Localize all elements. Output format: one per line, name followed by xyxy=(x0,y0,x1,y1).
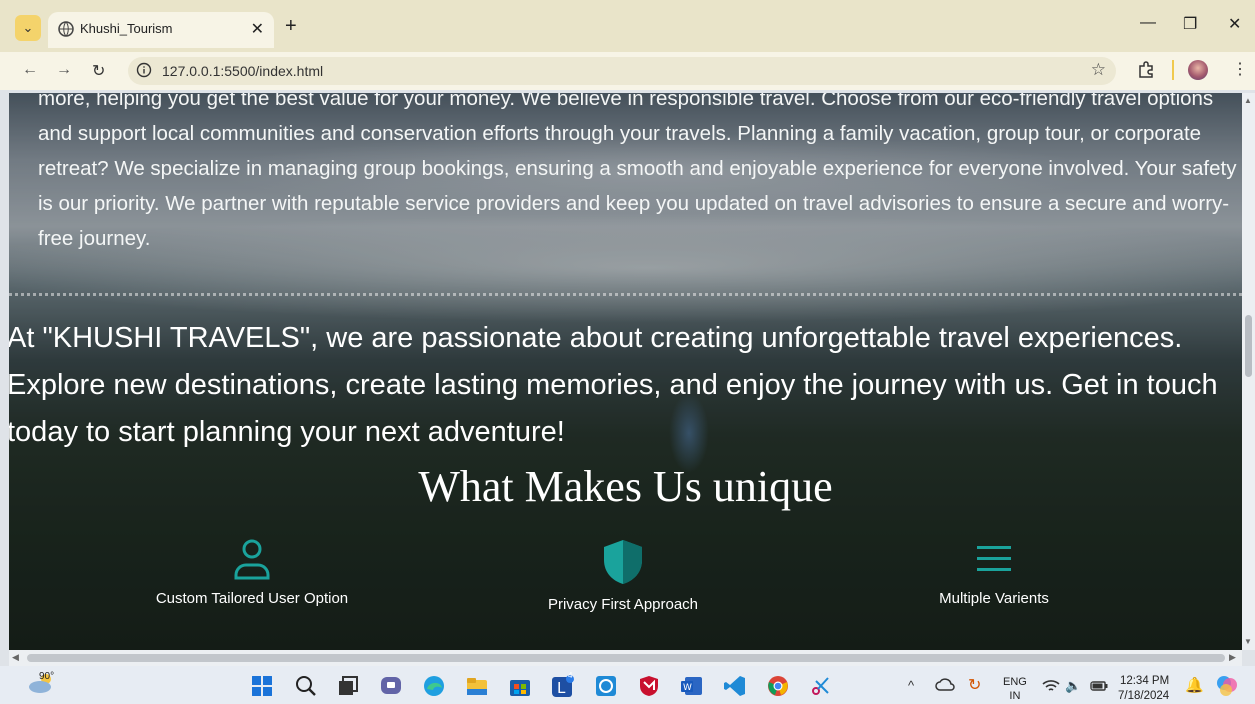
vertical-scrollbar[interactable]: ▲ ▼ xyxy=(1242,93,1255,650)
restore-button[interactable]: ❐ xyxy=(1183,14,1197,34)
svg-text:W: W xyxy=(683,683,692,693)
language-indicator[interactable]: ENG IN xyxy=(1003,675,1027,703)
toolbar-divider xyxy=(1172,60,1174,80)
chevron-down-icon: ⌄ xyxy=(22,20,34,35)
page-viewport: more, helping you get the best value for… xyxy=(9,93,1242,650)
sync-icon[interactable]: ↻ xyxy=(968,675,981,695)
search-icon[interactable] xyxy=(295,675,317,697)
feature-label: Privacy First Approach xyxy=(547,596,699,613)
scroll-right-arrow-icon[interactable]: ▶ xyxy=(1229,652,1236,663)
url-text[interactable]: 127.0.0.1:5500/index.html xyxy=(162,63,323,79)
browser-tab[interactable]: Khushi_Tourism ✕ xyxy=(48,12,274,48)
word-icon[interactable]: W xyxy=(681,675,703,697)
onedrive-cloud-icon[interactable] xyxy=(935,678,955,692)
taskbar: 90° L 4 W ^ ↻ ENG IN 🔈 12:34 PM 7/18/202… xyxy=(0,666,1255,704)
file-explorer-icon[interactable] xyxy=(466,675,488,697)
language-code: ENG xyxy=(1003,676,1027,688)
tab-close-icon[interactable]: ✕ xyxy=(251,19,264,39)
scroll-left-arrow-icon[interactable]: ◀ xyxy=(12,652,19,663)
store-icon[interactable] xyxy=(509,675,531,697)
wifi-icon[interactable] xyxy=(1042,679,1060,693)
task-view-icon[interactable] xyxy=(337,675,359,697)
clock-date: 7/18/2024 xyxy=(1118,690,1170,702)
tab-bar: ⌄ Khushi_Tourism ✕ + — ❐ ✕ xyxy=(0,0,1255,52)
tab-search-dropdown-button[interactable]: ⌄ xyxy=(15,15,41,41)
tab-title: Khushi_Tourism xyxy=(80,21,173,36)
feature-card-custom: Custom Tailored User Option xyxy=(102,538,402,607)
menu-icon xyxy=(977,546,1011,571)
cortana-app-icon[interactable] xyxy=(595,675,617,697)
new-tab-button[interactable]: + xyxy=(285,15,297,38)
windows-start-icon[interactable] xyxy=(251,675,273,697)
weather-temperature: 90° xyxy=(39,671,55,682)
feature-card-privacy: Privacy First Approach xyxy=(473,538,773,613)
app-badge-count: 4 xyxy=(568,671,573,680)
site-info-icon[interactable] xyxy=(136,62,152,78)
region-code: IN xyxy=(1009,690,1021,702)
globe-icon xyxy=(58,21,74,37)
forward-arrow-icon[interactable]: → xyxy=(56,61,72,79)
vscode-icon[interactable] xyxy=(724,675,746,697)
user-icon xyxy=(234,539,270,580)
horizontal-scrollbar[interactable]: ◀ ▶ xyxy=(9,650,1242,666)
system-clock[interactable]: 12:34 PM 7/18/2024 xyxy=(1118,674,1169,704)
copilot-icon[interactable] xyxy=(1216,675,1238,697)
minimize-button[interactable]: — xyxy=(1140,14,1156,32)
battery-icon[interactable] xyxy=(1090,681,1108,691)
volume-icon[interactable]: 🔈 xyxy=(1065,678,1081,694)
edge-browser-icon[interactable] xyxy=(423,675,445,697)
reload-icon[interactable]: ↻ xyxy=(92,61,105,81)
svg-text:L: L xyxy=(557,679,566,697)
url-bar[interactable]: 127.0.0.1:5500/index.html ☆ xyxy=(128,57,1116,85)
more-menu-icon[interactable]: ⋮ xyxy=(1232,59,1248,79)
clock-time: 12:34 PM xyxy=(1119,675,1170,687)
scroll-down-arrow-icon[interactable]: ▼ xyxy=(1244,637,1252,646)
chrome-icon[interactable] xyxy=(767,675,789,697)
horizontal-scroll-thumb[interactable] xyxy=(27,654,1225,662)
about-paragraph: more, helping you get the best value for… xyxy=(38,93,1237,250)
profile-avatar[interactable] xyxy=(1188,60,1208,80)
feature-card-variants: Multiple Varients xyxy=(844,538,1144,607)
bookmark-star-icon[interactable]: ☆ xyxy=(1091,60,1106,80)
feature-label: Multiple Varients xyxy=(939,590,1049,607)
show-hidden-icons-chevron[interactable]: ^ xyxy=(908,678,914,693)
section-title: What Makes Us unique xyxy=(418,462,833,511)
shield-icon xyxy=(604,540,642,584)
back-arrow-icon[interactable]: ← xyxy=(22,61,38,79)
close-window-button[interactable]: ✕ xyxy=(1228,14,1241,34)
weather-widget[interactable]: 90° xyxy=(28,671,55,699)
antivirus-shield-icon[interactable] xyxy=(638,675,660,697)
teams-chat-icon[interactable] xyxy=(380,675,402,697)
address-toolbar: ← → ↻ 127.0.0.1:5500/index.html ☆ ⋮ xyxy=(0,52,1255,90)
scroll-up-arrow-icon[interactable]: ▲ xyxy=(1244,96,1252,105)
lead-text: At "KHUSHI TRAVELS", we are passionate a… xyxy=(9,322,1218,448)
vertical-scroll-thumb[interactable] xyxy=(1245,315,1252,377)
feature-label: Custom Tailored User Option xyxy=(155,590,349,607)
extensions-icon[interactable] xyxy=(1137,61,1155,79)
snipping-tool-icon[interactable] xyxy=(810,675,832,697)
section-divider xyxy=(9,293,1242,296)
notification-bell-icon[interactable]: 🔔 xyxy=(1185,676,1204,694)
